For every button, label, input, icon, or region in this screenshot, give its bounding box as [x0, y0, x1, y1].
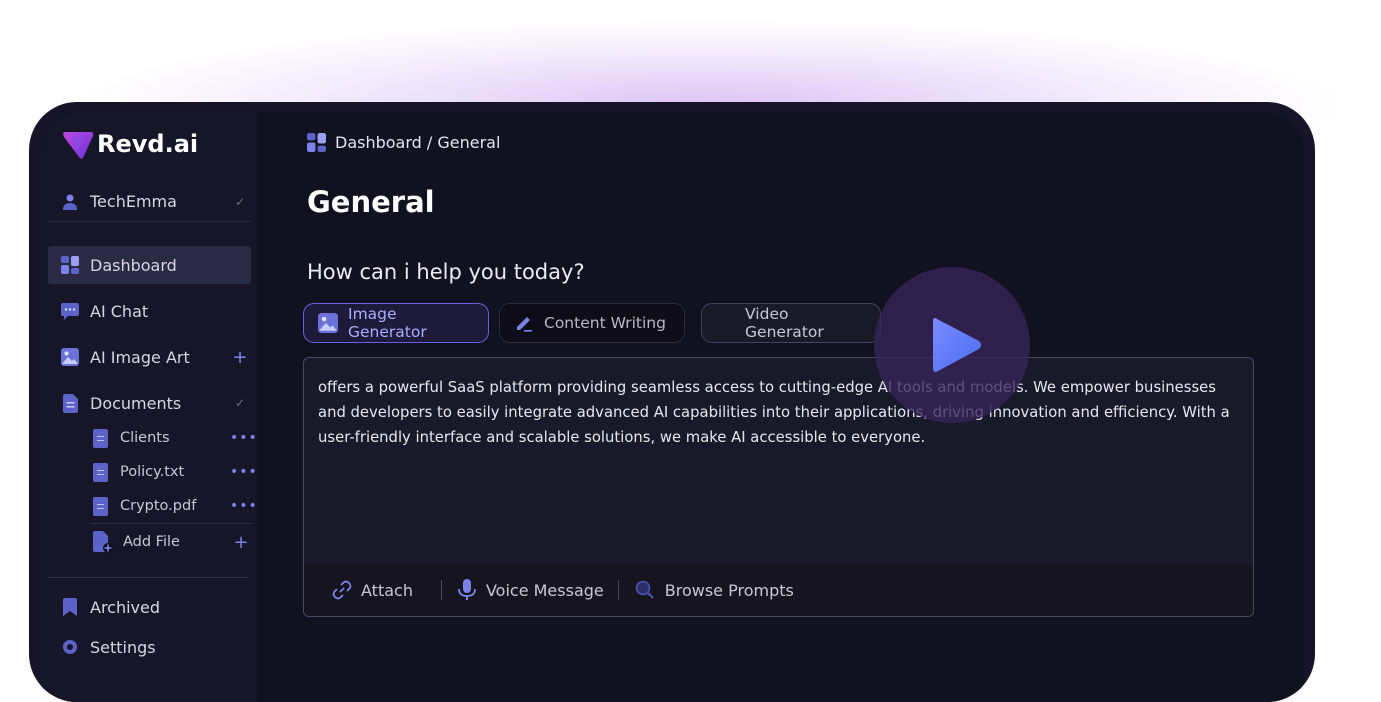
tab-label: Content Writing	[544, 314, 666, 332]
user-icon	[61, 193, 79, 211]
browse-label: Browse Prompts	[664, 580, 794, 600]
page-subtitle: How can i help you today?	[307, 260, 585, 284]
more-icon[interactable]: •••	[230, 464, 257, 480]
sidebar: Revd.ai TechEmma ✓ Dashboard AI Chat AI …	[41, 112, 258, 702]
attach-button[interactable]: Attach	[304, 564, 441, 616]
document-label: Crypto.pdf	[120, 498, 197, 514]
sidebar-item-documents[interactable]: Documents ✓	[48, 384, 251, 422]
sidebar-item-dashboard[interactable]: Dashboard	[48, 246, 251, 284]
divider	[48, 577, 248, 578]
voice-message-button[interactable]: Voice Message	[442, 564, 618, 616]
attach-label: Attach	[361, 580, 413, 600]
prompt-editor[interactable]: offers a powerful SaaS platform providin…	[303, 357, 1254, 617]
document-label: Clients	[120, 430, 170, 446]
document-item-clients[interactable]: Clients •••	[93, 421, 257, 455]
more-icon[interactable]: •••	[230, 430, 257, 446]
main-content: Dashboard / General General How can i he…	[258, 112, 1303, 652]
composer-toolbar: Attach Voice Message Browse Prompts	[304, 564, 1253, 616]
tab-content-writing[interactable]: Content Writing	[499, 303, 685, 343]
browse-prompts-button[interactable]: Browse Prompts	[619, 564, 794, 616]
logo[interactable]: Revd.ai	[61, 128, 198, 160]
breadcrumb: Dashboard / General	[307, 133, 500, 152]
sidebar-item-label: Archived	[90, 597, 161, 617]
app-screen: Revd.ai TechEmma ✓ Dashboard AI Chat AI …	[41, 112, 1303, 702]
image-icon	[61, 348, 79, 366]
chat-icon	[61, 302, 79, 320]
bookmark-icon	[61, 598, 79, 616]
sidebar-item-label: Documents	[90, 393, 182, 413]
sidebar-item-label: AI Image Art	[90, 347, 190, 367]
user-switcher[interactable]: TechEmma ✓	[48, 182, 251, 222]
add-file-label: Add File	[123, 534, 180, 550]
tab-video-generator[interactable]: Video Generator	[701, 303, 881, 343]
play-icon	[931, 316, 983, 374]
dashboard-icon	[307, 133, 326, 152]
sidebar-item-ai-chat[interactable]: AI Chat	[48, 292, 251, 330]
page-title: General	[307, 185, 435, 219]
link-icon	[332, 580, 352, 600]
device-frame: Revd.ai TechEmma ✓ Dashboard AI Chat AI …	[29, 102, 1315, 702]
image-icon	[318, 313, 338, 333]
chevron-down-icon[interactable]: ✓	[229, 195, 251, 209]
file-add-icon	[93, 531, 113, 553]
sidebar-item-label: Settings	[90, 637, 156, 657]
play-button[interactable]	[874, 267, 1030, 423]
breadcrumb-text[interactable]: Dashboard / General	[335, 133, 500, 152]
search-icon	[635, 580, 655, 600]
add-file-button[interactable]: Add File +	[93, 524, 252, 560]
logo-icon	[61, 128, 95, 160]
document-item-policy[interactable]: Policy.txt •••	[93, 455, 257, 489]
voice-label: Voice Message	[485, 580, 604, 600]
tab-label: Image Generator	[348, 305, 427, 341]
document-label: Policy.txt	[120, 464, 185, 480]
chevron-down-icon[interactable]: ✓	[229, 396, 251, 410]
microphone-icon	[458, 579, 476, 601]
tab-label: Video Generator	[745, 305, 824, 341]
add-icon[interactable]: +	[230, 532, 252, 553]
file-icon	[93, 496, 108, 516]
sidebar-item-archived[interactable]: Archived	[48, 588, 251, 626]
tab-image-generator[interactable]: Image Generator	[303, 303, 489, 343]
sidebar-item-label: Dashboard	[90, 255, 177, 275]
pen-icon	[514, 313, 534, 333]
document-icon	[61, 393, 79, 413]
sidebar-item-settings[interactable]: Settings	[48, 628, 251, 666]
user-name: TechEmma	[90, 192, 177, 211]
dashboard-icon	[61, 256, 79, 274]
add-icon[interactable]: +	[229, 347, 251, 368]
sidebar-item-label: AI Chat	[90, 301, 149, 321]
sidebar-item-ai-image-art[interactable]: AI Image Art +	[48, 338, 251, 376]
file-icon	[93, 462, 108, 482]
more-icon[interactable]: •••	[230, 498, 257, 514]
app-name: Revd.ai	[97, 130, 199, 158]
prompt-text[interactable]: offers a powerful SaaS platform providin…	[318, 375, 1238, 450]
file-icon	[93, 428, 108, 448]
document-item-crypto[interactable]: Crypto.pdf •••	[93, 489, 257, 523]
video-icon	[716, 313, 735, 333]
gear-icon	[61, 638, 79, 656]
